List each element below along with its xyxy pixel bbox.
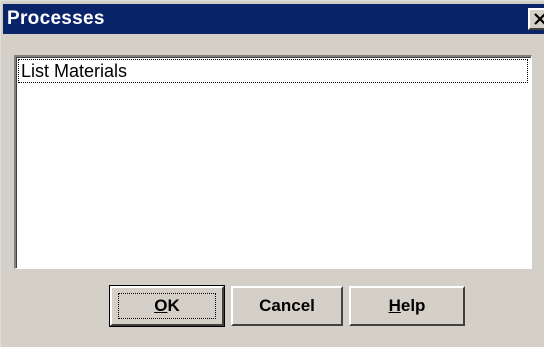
dialog-title: Processes xyxy=(7,8,105,29)
cancel-button[interactable]: Cancel xyxy=(231,286,343,326)
ok-button[interactable]: OK xyxy=(109,285,225,327)
focus-rectangle xyxy=(118,293,216,319)
close-button[interactable] xyxy=(528,8,544,30)
cancel-button-label: Cancel xyxy=(259,296,315,315)
list-item-list-materials[interactable]: List Materials xyxy=(18,59,528,83)
title-bar[interactable]: Processes xyxy=(3,4,544,34)
processes-dialog: Processes List Materials OK Cancel Help xyxy=(0,0,544,347)
help-button-label-rest: elp xyxy=(400,296,426,315)
help-button[interactable]: Help xyxy=(349,286,465,326)
close-icon xyxy=(534,13,544,25)
help-button-mnemonic: H xyxy=(388,296,401,315)
processes-list[interactable]: List Materials xyxy=(14,55,532,269)
